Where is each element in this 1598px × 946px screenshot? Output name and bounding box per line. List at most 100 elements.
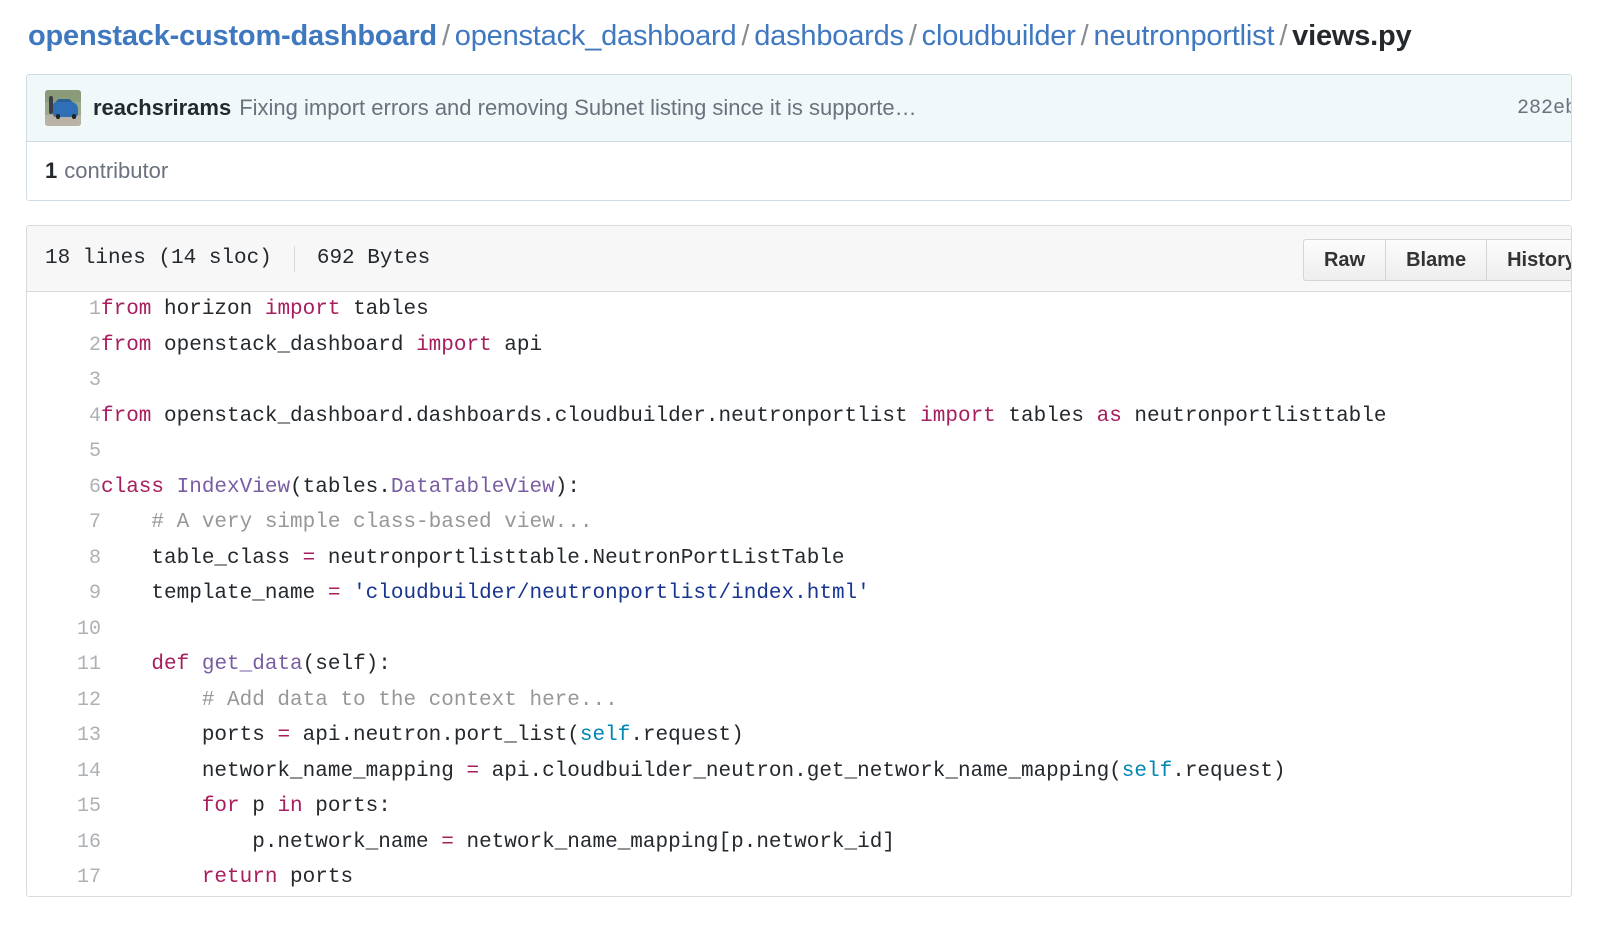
code-token: get_data (201, 653, 303, 676)
commit-author-link[interactable]: reachsrirams (93, 95, 231, 121)
code-token: 'cloudbuilder/neutronportlist/index.html… (353, 582, 870, 605)
breadcrumb-link-dashboards[interactable]: dashboards (754, 20, 904, 52)
line-number[interactable]: 6 (27, 469, 101, 505)
line-content: for p in ports: (101, 789, 1571, 825)
code-token: ports (277, 866, 354, 889)
code-token: api.neutron.port_list( (290, 724, 580, 747)
code-token: ( (290, 475, 303, 499)
code-line: 4 from openstack_dashboard.dashboards.clo… (27, 398, 1571, 434)
code-token: .request) (630, 724, 744, 747)
code-token: horizon (151, 298, 265, 321)
code-token: tables (995, 404, 1097, 428)
code-token: ports (101, 724, 278, 747)
line-number[interactable]: 12 (27, 682, 101, 718)
history-button[interactable]: History (1486, 239, 1571, 281)
code-token: p.network_name (101, 830, 442, 854)
code-token: = (441, 830, 454, 854)
line-number[interactable]: 5 (27, 434, 101, 470)
breadcrumb-link-openstack-custom-dashboard[interactable]: openstack-custom-dashboard (28, 20, 437, 52)
line-number[interactable]: 16 (27, 824, 101, 860)
line-content: return ports (101, 860, 1571, 896)
code-token: api.cloudbuilder_neutron.get_network_nam… (479, 759, 1122, 783)
breadcrumb-current-file: views.py (1292, 20, 1412, 52)
code-token: . (378, 475, 391, 499)
code-token: in (277, 795, 303, 818)
contributor-count: 1 (45, 158, 58, 183)
line-content: # A very simple class-based view... (101, 505, 1571, 541)
code-token: # Add data to the context here... (101, 688, 618, 712)
code-line: 15 for p in ports: (27, 789, 1571, 825)
code-token: DataTableView (390, 475, 555, 499)
line-content: from openstack_dashboard import api (101, 328, 1571, 364)
line-number[interactable]: 1 (27, 292, 101, 328)
line-number[interactable]: 2 (27, 327, 101, 363)
commit-panel: reachsrirams Fixing import errors and re… (26, 74, 1572, 201)
line-number[interactable]: 17 (27, 860, 101, 896)
code-line: 8 table_class = neutronportlisttable.Neu… (27, 540, 1571, 577)
code-token: = (466, 759, 480, 783)
code-token: openstack_dashboard.dashboards.cloudbuil… (151, 404, 921, 428)
code-token: openstack_dashboard (151, 333, 417, 357)
code-token: .request) (1172, 759, 1286, 783)
commit-message[interactable]: Fixing import errors and removing Subnet… (239, 95, 916, 121)
line-content (101, 612, 1571, 648)
line-number[interactable]: 11 (27, 647, 101, 683)
code-line: 16 p.network_name = network_name_mapping… (27, 824, 1571, 861)
code-token: template_name (101, 582, 328, 605)
file-view: 18 lines (14 sloc) 692 Bytes Raw Blame His… (26, 225, 1572, 897)
line-number[interactable]: 7 (27, 505, 101, 541)
code-line: 9 template_name = 'cloudbuilder/neutronp… (27, 576, 1571, 612)
raw-button[interactable]: Raw (1302, 239, 1386, 281)
line-number[interactable]: 8 (27, 540, 101, 576)
line-number[interactable]: 14 (27, 753, 101, 789)
code-token: import (416, 333, 492, 357)
code-line: 14 network_name_mapping = api.cloudbuild… (27, 753, 1571, 790)
latest-commit-bar: reachsrirams Fixing import errors and re… (27, 75, 1571, 142)
line-number[interactable]: 15 (27, 789, 101, 825)
code-token: from (101, 298, 152, 321)
avatar[interactable] (45, 90, 81, 126)
breadcrumb-link-cloudbuilder[interactable]: cloudbuilder (922, 20, 1076, 52)
code-token: ports: (302, 795, 391, 818)
line-number[interactable]: 13 (27, 718, 101, 754)
code-token: def (151, 653, 190, 676)
code-token: ): (554, 475, 580, 499)
contributors-bar[interactable]: 1 contributor (27, 142, 1571, 200)
code-token: = (327, 582, 341, 605)
line-number[interactable]: 10 (27, 611, 101, 647)
blame-button[interactable]: Blame (1385, 239, 1487, 281)
code-token: tables (340, 298, 429, 321)
code-line: 2 from openstack_dashboard import api (27, 327, 1571, 364)
breadcrumb-separator: / (908, 20, 917, 52)
line-content: # Add data to the context here... (101, 683, 1571, 719)
code-line: 5 (27, 434, 1571, 470)
code-token: = (277, 724, 291, 747)
code-token: table_class (101, 546, 303, 570)
line-number[interactable]: 4 (27, 398, 101, 434)
line-content: p.network_name = network_name_mapping[p.… (101, 825, 1571, 861)
code-line: 7 # A very simple class-based view... (27, 505, 1571, 541)
code-token: (self): (302, 653, 391, 676)
commit-sha[interactable]: 282eb34 (1517, 97, 1571, 120)
breadcrumb-link-neutronportlist[interactable]: neutronportlist (1094, 20, 1275, 52)
file-header: 18 lines (14 sloc) 692 Bytes Raw Blame His… (27, 226, 1571, 292)
code-line: 3 (27, 363, 1571, 399)
line-content: network_name_mapping = api.cloudbuilder_… (101, 754, 1571, 790)
line-content: table_class = neutronportlisttable.Neutr… (101, 541, 1571, 577)
line-number[interactable]: 9 (27, 576, 101, 612)
code-line: 10 (27, 611, 1571, 648)
line-number[interactable]: 3 (27, 363, 101, 399)
code-token: tables (302, 475, 379, 499)
code-token: return (201, 866, 278, 889)
code-token: api (491, 333, 543, 357)
code-line: 1 from horizon import tables (27, 292, 1571, 328)
line-content: def get_data(self): (101, 647, 1571, 683)
code-token: neutronportlisttable (1121, 404, 1387, 428)
breadcrumb-link-openstack-dashboard[interactable]: openstack_dashboard (455, 20, 737, 52)
line-content: class IndexView(tables.DataTableView): (101, 470, 1571, 506)
line-content: from horizon import tables (101, 292, 1571, 328)
